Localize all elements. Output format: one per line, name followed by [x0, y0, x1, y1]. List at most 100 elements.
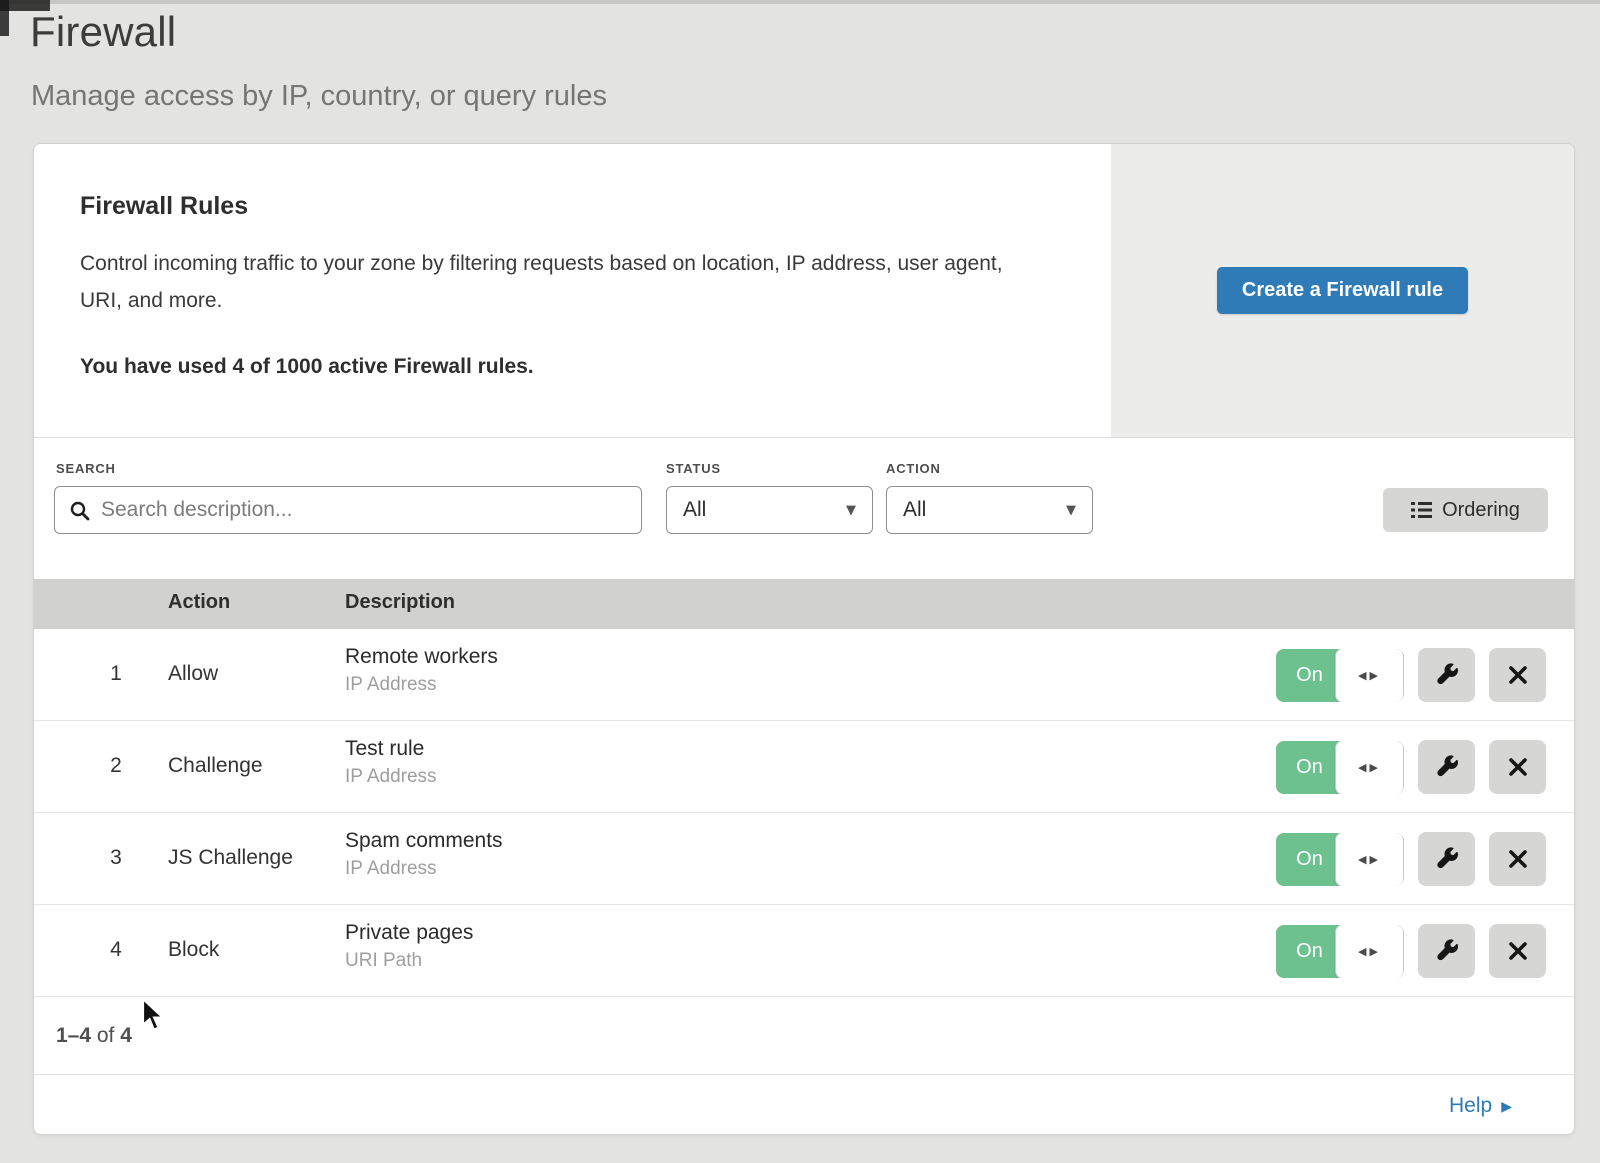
- toggle-arrows-icon: ◀▶: [1358, 853, 1381, 866]
- rule-description: Test rule IP Address: [345, 737, 437, 788]
- rule-match-type: IP Address: [345, 858, 503, 880]
- corner-artifact: [0, 0, 9, 36]
- rule-description: Private pages URI Path: [345, 921, 473, 972]
- rule-priority: 1: [94, 662, 138, 686]
- help-arrow-icon: ▶: [1501, 1097, 1512, 1115]
- rule-match-type: IP Address: [345, 766, 437, 788]
- wrench-icon: [1434, 846, 1460, 872]
- column-header-description: Description: [345, 591, 455, 614]
- table-row: 1 Allow Remote workers IP Address On ◀▶: [34, 629, 1574, 721]
- table-row: 4 Block Private pages URI Path On ◀▶: [34, 905, 1574, 997]
- pagination-total: 4: [120, 1024, 132, 1048]
- action-label: ACTION: [886, 461, 941, 476]
- toggle-arrows-icon: ◀▶: [1358, 945, 1381, 958]
- rule-description-title: Spam comments: [345, 829, 503, 853]
- column-header-action: Action: [168, 591, 230, 614]
- delete-rule-button[interactable]: [1489, 648, 1546, 702]
- toggle-knob: ◀▶: [1335, 833, 1404, 886]
- rule-action: Block: [168, 938, 219, 962]
- status-select-value: All: [683, 498, 706, 522]
- rule-enabled-toggle[interactable]: On ◀▶: [1276, 649, 1404, 702]
- chevron-down-icon: ▼: [846, 503, 856, 518]
- list-ordering-icon: [1411, 501, 1432, 519]
- filter-bar: SEARCH STATUS All ▼ ACTION All ▼: [34, 438, 1574, 579]
- search-label: SEARCH: [56, 461, 116, 476]
- create-rule-panel: Create a Firewall rule: [1111, 144, 1574, 437]
- rule-enabled-toggle[interactable]: On ◀▶: [1276, 741, 1404, 794]
- delete-rule-button[interactable]: [1489, 740, 1546, 794]
- toggle-on-label: On: [1276, 649, 1343, 702]
- rule-description: Spam comments IP Address: [345, 829, 503, 880]
- delete-rule-button[interactable]: [1489, 924, 1546, 978]
- page-title: Firewall: [30, 8, 176, 56]
- action-select[interactable]: All ▼: [886, 486, 1093, 534]
- chevron-down-icon: ▼: [1066, 503, 1076, 518]
- delete-rule-button[interactable]: [1489, 832, 1546, 886]
- edit-rule-button[interactable]: [1418, 648, 1475, 702]
- rules-usage-count: You have used 4 of 1000 active Firewall …: [80, 355, 1070, 379]
- rule-controls: On ◀▶: [1276, 832, 1546, 886]
- toggle-arrows-icon: ◀▶: [1358, 669, 1381, 682]
- page-subtitle: Manage access by IP, country, or query r…: [31, 80, 607, 113]
- rule-description-title: Private pages: [345, 921, 473, 945]
- close-icon: [1507, 848, 1529, 870]
- rule-description: Remote workers IP Address: [345, 645, 498, 696]
- rule-match-type: IP Address: [345, 674, 498, 696]
- rules-card-header: Firewall Rules Control incoming traffic …: [34, 144, 1574, 438]
- create-firewall-rule-button[interactable]: Create a Firewall rule: [1217, 267, 1468, 314]
- rules-description: Control incoming traffic to your zone by…: [80, 245, 1030, 319]
- close-icon: [1507, 756, 1529, 778]
- toggle-on-label: On: [1276, 741, 1343, 794]
- rule-match-type: URI Path: [345, 950, 473, 972]
- search-icon: [69, 500, 90, 521]
- rule-enabled-toggle[interactable]: On ◀▶: [1276, 833, 1404, 886]
- rule-description-title: Remote workers: [345, 645, 498, 669]
- table-row: 3 JS Challenge Spam comments IP Address …: [34, 813, 1574, 905]
- help-link-label: Help: [1449, 1094, 1492, 1118]
- wrench-icon: [1434, 662, 1460, 688]
- rule-action: Allow: [168, 662, 218, 686]
- edit-rule-button[interactable]: [1418, 740, 1475, 794]
- rule-enabled-toggle[interactable]: On ◀▶: [1276, 925, 1404, 978]
- status-select[interactable]: All ▼: [666, 486, 873, 534]
- card-footer: Help ▶: [34, 1074, 1574, 1135]
- close-icon: [1507, 940, 1529, 962]
- help-link[interactable]: Help ▶: [1449, 1094, 1512, 1118]
- toggle-on-label: On: [1276, 925, 1343, 978]
- rule-description-title: Test rule: [345, 737, 437, 761]
- rules-title: Firewall Rules: [80, 192, 1070, 221]
- rule-controls: On ◀▶: [1276, 924, 1546, 978]
- close-icon: [1507, 664, 1529, 686]
- toggle-knob: ◀▶: [1335, 741, 1404, 794]
- table-row: 2 Challenge Test rule IP Address On ◀▶: [34, 721, 1574, 813]
- rule-controls: On ◀▶: [1276, 648, 1546, 702]
- top-edge-artifact: [0, 0, 1600, 4]
- pagination-of: of: [91, 1024, 120, 1048]
- pagination-range: 1–4: [56, 1024, 91, 1048]
- rule-action: Challenge: [168, 754, 263, 778]
- rule-controls: On ◀▶: [1276, 740, 1546, 794]
- pagination: 1–4 of 4: [34, 997, 1574, 1074]
- rule-priority: 2: [94, 754, 138, 778]
- firewall-rules-card: Firewall Rules Control incoming traffic …: [33, 143, 1575, 1135]
- rule-action: JS Challenge: [168, 846, 293, 870]
- status-label: STATUS: [666, 461, 721, 476]
- ordering-button-label: Ordering: [1442, 499, 1520, 522]
- rule-priority: 4: [94, 938, 138, 962]
- search-input[interactable]: [101, 498, 627, 522]
- edit-rule-button[interactable]: [1418, 832, 1475, 886]
- rule-priority: 3: [94, 846, 138, 870]
- search-box[interactable]: [54, 486, 642, 534]
- wrench-icon: [1434, 938, 1460, 964]
- toggle-knob: ◀▶: [1335, 925, 1404, 978]
- wrench-icon: [1434, 754, 1460, 780]
- table-header: Action Description: [34, 579, 1574, 629]
- toggle-arrows-icon: ◀▶: [1358, 761, 1381, 774]
- rules-card-header-text: Firewall Rules Control incoming traffic …: [80, 192, 1070, 379]
- action-select-value: All: [903, 498, 926, 522]
- edit-rule-button[interactable]: [1418, 924, 1475, 978]
- ordering-button[interactable]: Ordering: [1383, 488, 1548, 532]
- firewall-page: { "page": { "title": "Firewall", "subtit…: [0, 0, 1600, 1163]
- toggle-knob: ◀▶: [1335, 649, 1404, 702]
- toggle-on-label: On: [1276, 833, 1343, 886]
